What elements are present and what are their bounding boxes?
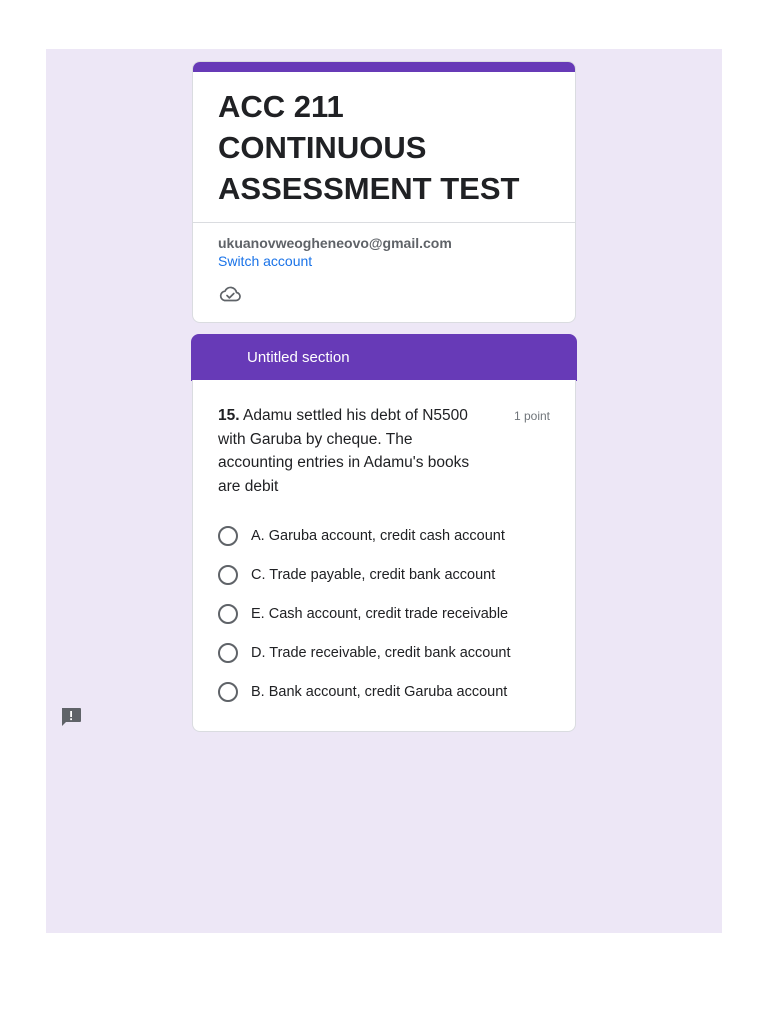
question-text: 15. Adamu settled his debt of N5500 with… xyxy=(218,404,490,498)
option-label: B. Bank account, credit Garuba account xyxy=(251,683,508,700)
option-d[interactable]: D. Trade receivable, credit bank account xyxy=(218,633,550,672)
question-header: 15. Adamu settled his debt of N5500 with… xyxy=(193,380,575,498)
account-email: ukuanovweogheneovo@gmail.com xyxy=(218,235,452,251)
option-e[interactable]: E. Cash account, credit trade receivable xyxy=(218,594,550,633)
option-label: E. Cash account, credit trade receivable xyxy=(251,605,509,622)
option-c[interactable]: C. Trade payable, credit bank account xyxy=(218,555,550,594)
account-info: ukuanovweogheneovo@gmail.com Switch acco… xyxy=(193,223,575,303)
radio-button[interactable] xyxy=(218,525,238,546)
question-body: Adamu settled his debt of N5500 with Gar… xyxy=(218,407,470,495)
question-number: 15. xyxy=(218,407,240,424)
question-points: 1 point xyxy=(513,409,550,423)
options-list: A. Garuba account, credit cash account C… xyxy=(193,498,575,711)
option-label: D. Trade receivable, credit bank account xyxy=(251,644,511,661)
option-a[interactable]: A. Garuba account, credit cash account xyxy=(218,516,550,555)
option-label: A. Garuba account, credit cash account xyxy=(251,527,505,544)
report-feedback-icon[interactable] xyxy=(60,707,82,727)
radio-button[interactable] xyxy=(218,564,238,585)
radio-button[interactable] xyxy=(218,642,238,663)
radio-button[interactable] xyxy=(218,603,238,624)
option-label: C. Trade payable, credit bank account xyxy=(251,566,496,583)
section-header: Untitled section xyxy=(191,334,577,381)
switch-account-link[interactable]: Switch account xyxy=(218,251,312,271)
radio-button[interactable] xyxy=(218,681,238,702)
cloud-check-icon xyxy=(219,286,241,302)
question-card: 15. Adamu settled his debt of N5500 with… xyxy=(192,380,576,732)
option-b[interactable]: B. Bank account, credit Garuba account xyxy=(218,672,550,711)
form-title: ACC 211 CONTINUOUS ASSESSMENT TEST xyxy=(218,89,520,206)
header-accent-bar xyxy=(193,62,575,72)
form-header-card: ACC 211 CONTINUOUS ASSESSMENT TEST ukuan… xyxy=(192,61,576,323)
